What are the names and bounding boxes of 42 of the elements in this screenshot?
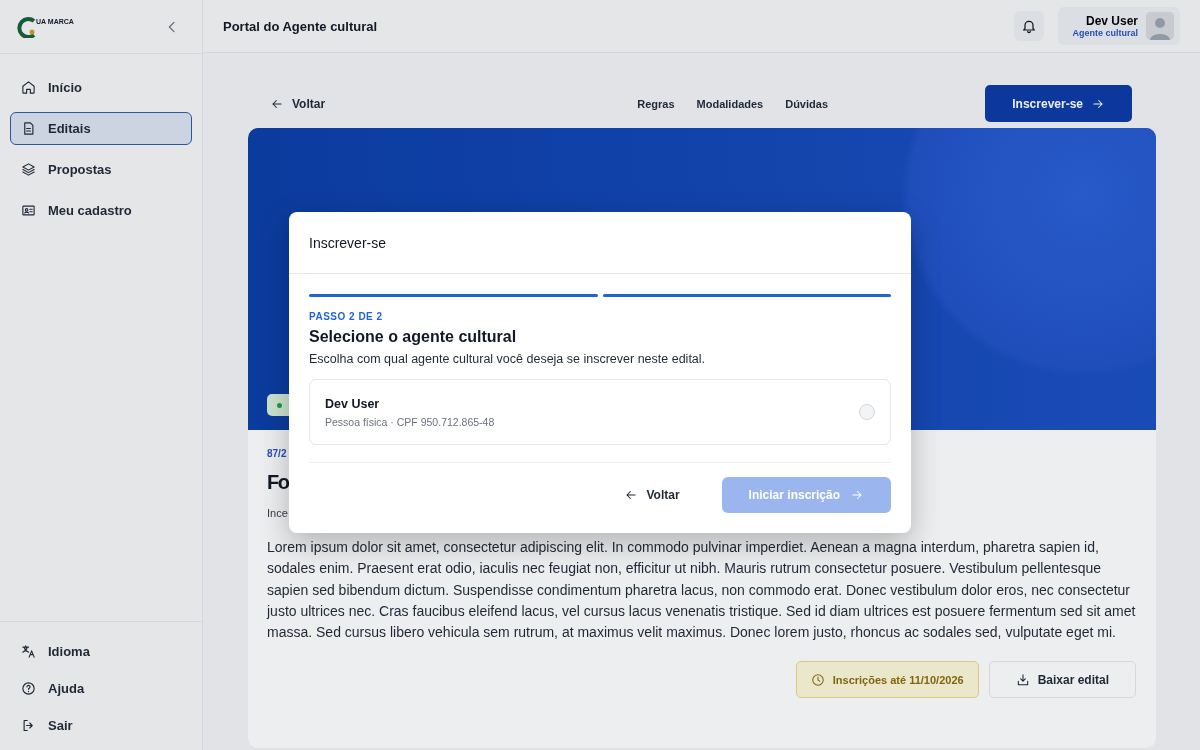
section-tab[interactable]: Dúvidas — [785, 97, 828, 110]
layers-icon — [21, 162, 36, 177]
edital-title: Fo — [267, 470, 289, 495]
translate-icon — [21, 644, 36, 659]
edital-number: 87/2 — [267, 448, 288, 459]
id-card-icon — [21, 203, 36, 218]
user-menu[interactable]: Dev User Agente cultural — [1058, 7, 1180, 45]
back-button[interactable]: Voltar — [618, 487, 686, 503]
nav-item[interactable]: Início — [10, 71, 192, 104]
arrow-left-icon — [624, 488, 639, 502]
clock-icon — [810, 673, 825, 687]
nav-item[interactable]: Idioma — [10, 635, 192, 668]
agent-name: Dev User — [325, 396, 381, 411]
arrow-right-icon — [850, 488, 864, 502]
edital-description: Lorem ipsum dolor sit amet, consectetur adipiscing elit. In commodo pulvinar imperdiet. Aenean a magna interdum, pharetra sapien id, sodales enim. Praesent erat odio, iaculis nec feugiat non, efficitur ut nibh. Mauris rutrum consectetur posuere. Vestibulum pellentesque sapien sed bibendum dictum. Suspendisse condimentum pharetra lacus, non commodo erat. Donec vestibulum dolor eros, nec consectetur justo ultrices nec. Cras faucibus eleifend lacus, vel cursus lacus venenatis tristique. Sed id diam ultrices est posuere fermentum sed sit amet massa. Sed cursus libero vehicula sem rutrum, at maximus velit maximus. Donec lorem justo, rhoncus ac sodales sed, vulputate eget mi. — [267, 538, 1136, 643]
dialog-heading: Selecione o agente cultural — [309, 328, 518, 346]
nav-item[interactable]: Editais — [10, 112, 192, 145]
nav-item[interactable]: Ajuda — [10, 672, 192, 705]
dialog-title: Inscrever-se — [289, 212, 911, 274]
radio-button[interactable] — [859, 404, 875, 420]
notifications-button[interactable] — [1014, 11, 1045, 41]
nav-item[interactable]: Sair — [10, 709, 192, 742]
nav-item[interactable]: Propostas — [10, 153, 192, 186]
agent-option[interactable]: Dev User Pessoa física · CPF 950.712.865-48 — [309, 379, 891, 445]
dialog-text: Escolha com qual agente cultural você deseja se inscrever neste edital. — [309, 352, 707, 366]
help-icon — [21, 681, 36, 696]
bell-icon — [1021, 18, 1038, 34]
home-icon — [21, 80, 36, 95]
step-label: PASSO 2 DE 2 — [309, 311, 384, 322]
back-link[interactable]: Voltar — [270, 96, 520, 111]
document-icon — [21, 121, 36, 136]
logout-icon — [21, 718, 36, 733]
section-tab[interactable]: Modalidades — [696, 97, 764, 110]
page-title: Portal do Agente cultural — [223, 18, 379, 34]
subscribe-button[interactable]: Inscrever-se — [985, 85, 1132, 122]
agent-detail: Pessoa física · CPF 950.712.865-48 — [325, 415, 496, 428]
deadline-badge: Inscrições até 11/10/2026 — [795, 661, 979, 699]
download-icon — [1015, 673, 1030, 687]
download-button[interactable]: Baixar edital — [988, 661, 1136, 699]
edital-subtitle: Ince — [267, 507, 289, 519]
nav-item[interactable]: Meu cadastro — [10, 194, 192, 227]
section-tab[interactable]: Regras — [637, 97, 675, 110]
